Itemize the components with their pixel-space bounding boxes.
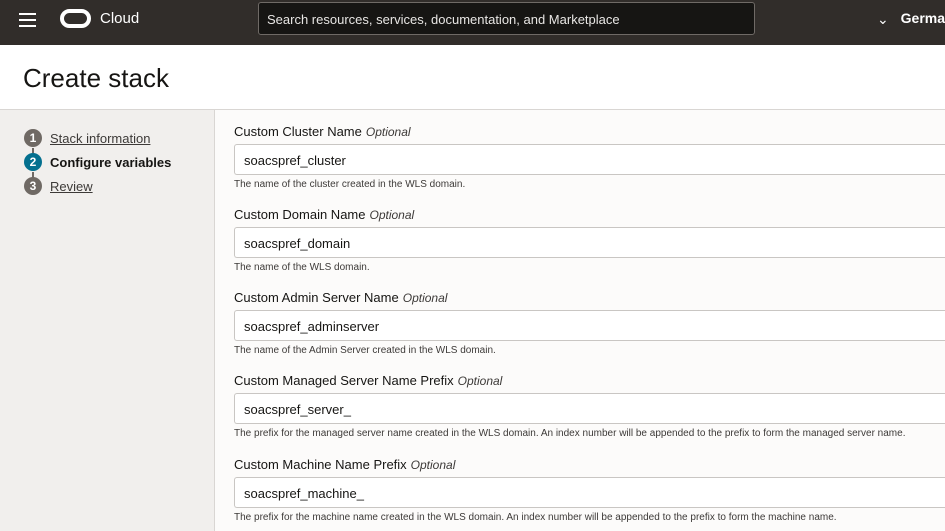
field-admin-server-name: Custom Admin Server Name Optional soacspr… bbox=[234, 290, 945, 356]
label-text: Custom Machine Name Prefix bbox=[234, 457, 407, 472]
help-text: The name of the Admin Server created in … bbox=[234, 345, 496, 356]
brand-name[interactable]: Cloud bbox=[100, 10, 139, 27]
page-title: Create stack bbox=[23, 63, 169, 93]
label-text: Custom Cluster Name bbox=[234, 124, 362, 139]
top-bar: Cloud Search resources, services, docume… bbox=[0, 0, 945, 45]
chevron-down-icon[interactable]: ⌄ bbox=[877, 11, 889, 28]
machine-name-prefix-input[interactable]: soacspref_machine_ bbox=[234, 477, 945, 508]
step-number: 3 bbox=[24, 177, 42, 195]
optional-tag: Optional bbox=[369, 208, 415, 222]
step-label[interactable]: Stack information bbox=[50, 131, 150, 146]
region-selector[interactable]: Germa bbox=[901, 10, 945, 26]
oracle-logo-icon[interactable] bbox=[60, 9, 91, 28]
optional-tag: Optional bbox=[410, 458, 456, 472]
variables-form: Custom Cluster Name Optional soacspref_cl… bbox=[216, 110, 945, 531]
step-review[interactable]: 3 Review bbox=[24, 177, 93, 195]
field-cluster-name: Custom Cluster Name Optional soacspref_cl… bbox=[234, 124, 945, 190]
help-text: The prefix for the managed server name c… bbox=[234, 428, 906, 439]
steps-sidebar: 1 Stack information 2 Configure variables … bbox=[0, 110, 215, 531]
cluster-name-input[interactable]: soacspref_cluster bbox=[234, 144, 945, 175]
step-label[interactable]: Review bbox=[50, 179, 93, 194]
step-label: Configure variables bbox=[50, 154, 172, 170]
step-number: 2 bbox=[24, 153, 42, 171]
field-label: Custom Machine Name Prefix Optional bbox=[234, 457, 945, 472]
page-header: Create stack bbox=[0, 45, 945, 110]
field-label: Custom Managed Server Name Prefix Optiona… bbox=[234, 373, 945, 388]
help-text: The name of the WLS domain. bbox=[234, 262, 370, 273]
step-number: 1 bbox=[24, 129, 42, 147]
label-text: Custom Admin Server Name bbox=[234, 290, 399, 305]
label-text: Custom Domain Name bbox=[234, 207, 366, 222]
step-stack-information[interactable]: 1 Stack information bbox=[24, 129, 150, 147]
optional-tag: Optional bbox=[457, 374, 503, 388]
field-label: Custom Admin Server Name Optional bbox=[234, 290, 945, 305]
field-label: Custom Domain Name Optional bbox=[234, 207, 945, 222]
field-managed-server-prefix: Custom Managed Server Name Prefix Optiona… bbox=[234, 373, 945, 439]
managed-server-prefix-input[interactable]: soacspref_server_ bbox=[234, 393, 945, 424]
field-label: Custom Cluster Name Optional bbox=[234, 124, 945, 139]
label-text: Custom Managed Server Name Prefix bbox=[234, 373, 454, 388]
help-text: The prefix for the machine name created … bbox=[234, 512, 837, 523]
field-machine-name-prefix: Custom Machine Name Prefix Optional soacs… bbox=[234, 457, 945, 523]
domain-name-input[interactable]: soacspref_domain bbox=[234, 227, 945, 258]
optional-tag: Optional bbox=[402, 291, 448, 305]
search-input[interactable]: Search resources, services, documentatio… bbox=[258, 2, 755, 35]
field-domain-name: Custom Domain Name Optional soacspref_dom… bbox=[234, 207, 945, 273]
step-configure-variables[interactable]: 2 Configure variables bbox=[24, 153, 171, 171]
help-text: The name of the cluster created in the W… bbox=[234, 179, 466, 190]
menu-icon[interactable] bbox=[19, 13, 36, 27]
optional-tag: Optional bbox=[365, 125, 411, 139]
admin-server-name-input[interactable]: soacspref_adminserver bbox=[234, 310, 945, 341]
